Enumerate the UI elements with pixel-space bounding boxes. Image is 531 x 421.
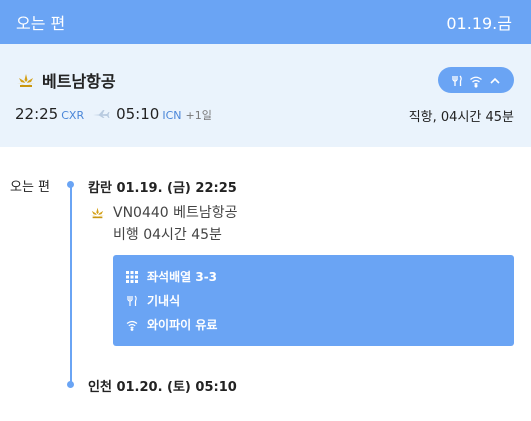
airline-logo-icon bbox=[16, 72, 36, 88]
arrival-dot bbox=[67, 381, 74, 388]
departure-dot bbox=[67, 181, 74, 188]
day-offset: +1일 bbox=[185, 109, 212, 122]
amenity-meal: 기내식 bbox=[126, 292, 180, 309]
amenity-meal-label: 기내식 bbox=[147, 294, 181, 308]
amenity-seat-label: 좌석배열 3-3 bbox=[147, 270, 218, 284]
amenities-panel: 좌석배열 3-3 기내식 와이파이 유료 bbox=[113, 255, 514, 346]
airplane-icon bbox=[92, 105, 110, 118]
time-row: 22:25 CXR 05:10 ICN +1일 bbox=[15, 105, 212, 123]
airline-row: 베트남항공 bbox=[16, 68, 116, 92]
meal-icon bbox=[126, 295, 138, 307]
wifi-icon bbox=[126, 319, 138, 331]
header-date: 01.19.금 bbox=[446, 14, 512, 33]
arrival-detail: 인천 01.20. (토) 05:10 bbox=[88, 380, 237, 395]
departure-time: 22:25 bbox=[15, 105, 59, 123]
seat-grid-icon bbox=[126, 270, 138, 283]
amenity-seat: 좌석배열 3-3 bbox=[126, 268, 217, 285]
flight-number: VN0440 베트남항공 bbox=[113, 205, 238, 221]
header-bar: 오는 편 01.19.금 bbox=[0, 0, 531, 44]
chevron-up-icon bbox=[488, 73, 502, 87]
amenity-wifi-label: 와이파이 유료 bbox=[147, 318, 218, 332]
header-title: 오는 편 bbox=[16, 14, 66, 33]
departure-detail: 캄란 01.19. (금) 22:25 bbox=[88, 181, 237, 196]
flight-summary: 베트남항공 22:25 CXR 05:10 ICN +1일 직항, 04시간 4… bbox=[0, 44, 531, 147]
airline-logo-icon bbox=[89, 206, 106, 219]
flight-line: VN0440 베트남항공 bbox=[89, 202, 238, 222]
airline-name: 베트남항공 bbox=[42, 72, 116, 91]
timeline-line bbox=[70, 185, 72, 385]
wifi-icon bbox=[469, 73, 483, 88]
flight-duration: 비행 04시간 45분 bbox=[113, 227, 222, 243]
amenities-toggle-button[interactable] bbox=[438, 67, 514, 93]
route-info: 직항, 04시간 45분 bbox=[408, 110, 514, 125]
amenity-wifi: 와이파이 유료 bbox=[126, 316, 217, 333]
arrival-time: 05:10 bbox=[116, 105, 160, 123]
departure-code: CXR bbox=[61, 109, 85, 122]
meal-icon bbox=[450, 73, 464, 87]
leg-label: 오는 편 bbox=[10, 180, 51, 195]
arrival-code: ICN bbox=[162, 109, 182, 122]
